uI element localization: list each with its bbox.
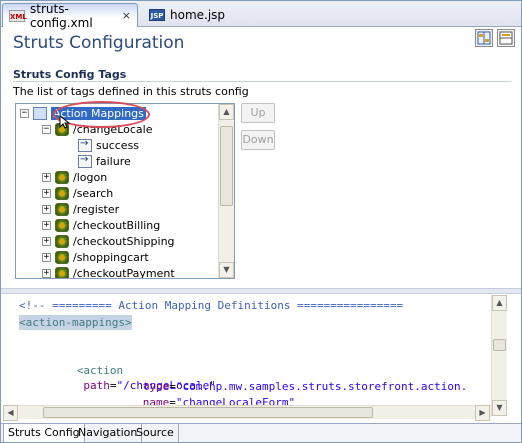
page-title: Struts Configuration (13, 33, 185, 53)
source-name-line: name="changeLocaleForm" (142, 396, 296, 409)
action-gear-icon (55, 186, 69, 200)
tree-item-success[interactable]: success (78, 137, 139, 153)
source-type-line: type="com.hp.mw.samples.struts.storefron… (142, 380, 468, 393)
tab-struts-config-page[interactable]: Struts Config (3, 424, 85, 442)
struts-tags-tree[interactable]: − Action Mappings − /changeLocale succes… (15, 103, 235, 279)
section-description: The list of tags defined in this struts … (13, 85, 249, 98)
editor-tab-bar: XML struts-config.xml × JSP home.jsp (1, 1, 521, 30)
expand-icon[interactable]: + (42, 268, 51, 278)
tab-home-jsp[interactable]: JSP home.jsp (143, 3, 239, 27)
tab-label: struts-config.xml (30, 1, 93, 30)
tree-item-label: failure (96, 154, 131, 168)
expand-icon[interactable]: + (42, 188, 51, 198)
section-divider (13, 81, 511, 82)
tree-item-label: /checkoutBilling (73, 218, 161, 232)
mouse-cursor-icon (59, 115, 71, 129)
collapse-icon[interactable]: − (42, 124, 51, 134)
layout-toggle-horizontal-icon[interactable] (497, 29, 515, 47)
tree-item-checkoutbilling[interactable]: + /checkoutBilling (42, 217, 160, 233)
action-gear-icon (55, 266, 69, 278)
editor-page-tabs: Struts Config Navigation Source (1, 423, 521, 442)
scroll-right-arrow-icon[interactable]: ▶ (475, 405, 490, 421)
action-mappings-icon (33, 106, 47, 120)
tree-vertical-scrollbar[interactable]: ▲ ▼ (218, 104, 234, 278)
source-horizontal-scrollbar[interactable]: ◀ ▶ (3, 405, 491, 421)
source-comment-line: <!-- ========= Action Mapping Definition… (19, 299, 404, 312)
layout-toggle-icon[interactable] (475, 29, 493, 47)
tree-item-label: /search (73, 186, 114, 200)
source-action-line: <action path="/changeLocale" (76, 364, 216, 392)
action-gear-icon (55, 202, 69, 216)
source-editor[interactable]: <!-- ========= Action Mapping Definition… (3, 295, 489, 416)
editor-window: XML struts-config.xml × JSP home.jsp Str… (0, 0, 522, 443)
tree-item-shoppingcart[interactable]: + /shoppingcart (42, 249, 149, 265)
xml-file-icon: XML (9, 9, 27, 22)
action-gear-icon (55, 218, 69, 232)
scroll-left-arrow-icon[interactable]: ◀ (3, 405, 18, 421)
tree-item-register[interactable]: + /register (42, 201, 119, 217)
scroll-down-arrow-icon[interactable]: ▼ (492, 400, 507, 416)
tab-label: home.jsp (170, 8, 226, 22)
source-vertical-scrollbar[interactable]: ▲ ▼ (491, 295, 507, 416)
scroll-up-arrow-icon[interactable]: ▲ (492, 295, 507, 311)
action-gear-icon (55, 234, 69, 248)
collapse-icon[interactable]: − (20, 108, 29, 118)
source-action-mappings-tag: <action-mappings> (19, 315, 132, 330)
jsp-file-icon: JSP (149, 9, 165, 21)
tree-item-logon[interactable]: + /logon (42, 169, 107, 185)
tab-struts-config[interactable]: XML struts-config.xml × (2, 1, 138, 30)
tree-item-label: /checkoutShipping (73, 234, 175, 248)
move-down-button[interactable]: Down (241, 130, 275, 150)
tree-item-search[interactable]: + /search (42, 185, 113, 201)
action-gear-icon (55, 170, 69, 184)
action-gear-icon (55, 250, 69, 264)
expand-icon[interactable]: + (42, 172, 51, 182)
tree-item-label: /shoppingcart (73, 250, 149, 264)
forward-icon (78, 138, 92, 152)
section-title: Struts Config Tags (13, 68, 127, 81)
tree-item-label: /register (73, 202, 120, 216)
expand-icon[interactable]: + (42, 204, 51, 214)
tree-item-checkoutpayment[interactable]: + /checkoutPayment (42, 265, 175, 279)
tree-item-failure[interactable]: failure (78, 153, 131, 169)
scroll-thumb[interactable] (220, 126, 233, 206)
scroll-up-arrow-icon[interactable]: ▲ (219, 104, 234, 120)
scroll-down-arrow-icon[interactable]: ▼ (219, 262, 234, 278)
move-up-button[interactable]: Up (241, 103, 275, 123)
forward-icon (78, 154, 92, 168)
scroll-thumb[interactable] (493, 339, 506, 351)
scroll-thumb[interactable] (43, 407, 373, 418)
close-tab-icon[interactable]: × (122, 9, 131, 22)
tree-item-label: /logon (73, 170, 108, 184)
tab-source[interactable]: Source (132, 424, 179, 442)
tree-item-checkoutshipping[interactable]: + /checkoutShipping (42, 233, 175, 249)
expand-icon[interactable]: + (42, 220, 51, 230)
expand-icon[interactable]: + (42, 236, 51, 246)
expand-icon[interactable]: + (42, 252, 51, 262)
tree-item-label: success (96, 138, 140, 152)
tree-item-label: /checkoutPayment (73, 266, 175, 279)
splitter-sash[interactable] (1, 288, 521, 294)
